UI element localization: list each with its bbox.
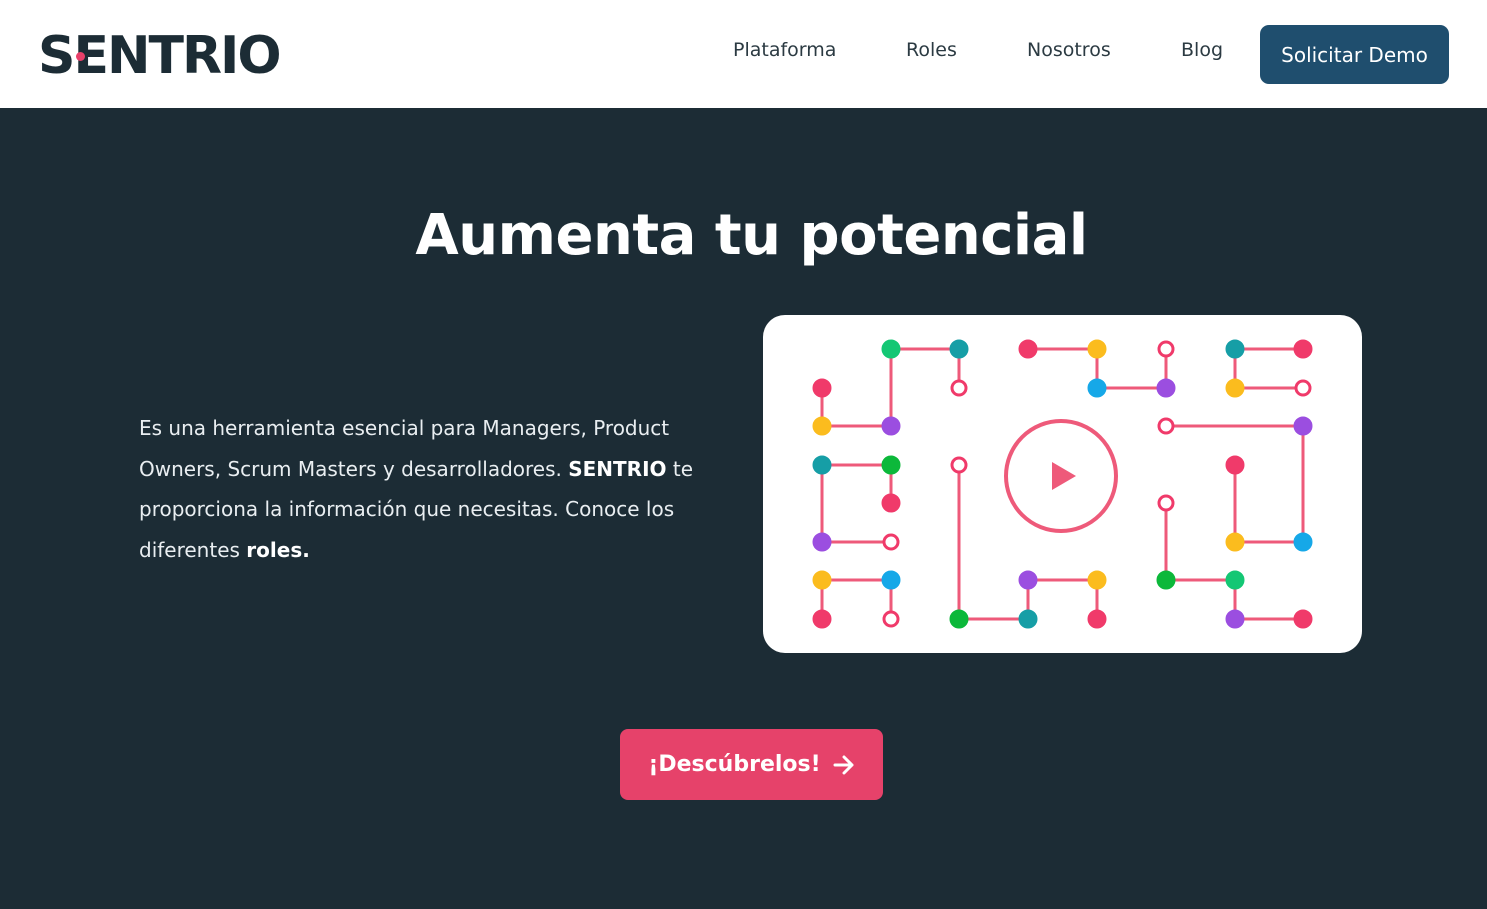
nav-item-blog[interactable]: Blog — [1181, 38, 1223, 62]
hero-text-roles: roles. — [246, 537, 310, 562]
play-button[interactable] — [1004, 419, 1118, 533]
play-icon — [1052, 462, 1076, 490]
discover-button-label: ¡Descúbrelos! — [648, 752, 821, 777]
sentrio-logo[interactable]: SENTRIO — [38, 26, 282, 86]
arrow-right-icon — [833, 754, 855, 776]
request-demo-button[interactable]: Solicitar Demo — [1260, 25, 1449, 84]
logo-dot — [76, 52, 85, 61]
hero-text-brand: SENTRIO — [568, 456, 667, 481]
nav-item-roles[interactable]: Roles — [906, 38, 957, 62]
nav-item-nosotros[interactable]: Nosotros — [1027, 38, 1111, 62]
discover-button[interactable]: ¡Descúbrelos! — [620, 729, 883, 800]
logo-text: SENTRIO — [38, 26, 282, 86]
hero-description: Es una herramienta esencial para Manager… — [139, 408, 709, 570]
site-header: SENTRIO Plataforma Roles Nosotros Blog S… — [0, 0, 1487, 108]
hero-title: Aumenta tu potencial — [415, 203, 1088, 268]
nav-item-plataforma[interactable]: Plataforma — [733, 38, 836, 62]
video-card[interactable] — [763, 315, 1362, 653]
